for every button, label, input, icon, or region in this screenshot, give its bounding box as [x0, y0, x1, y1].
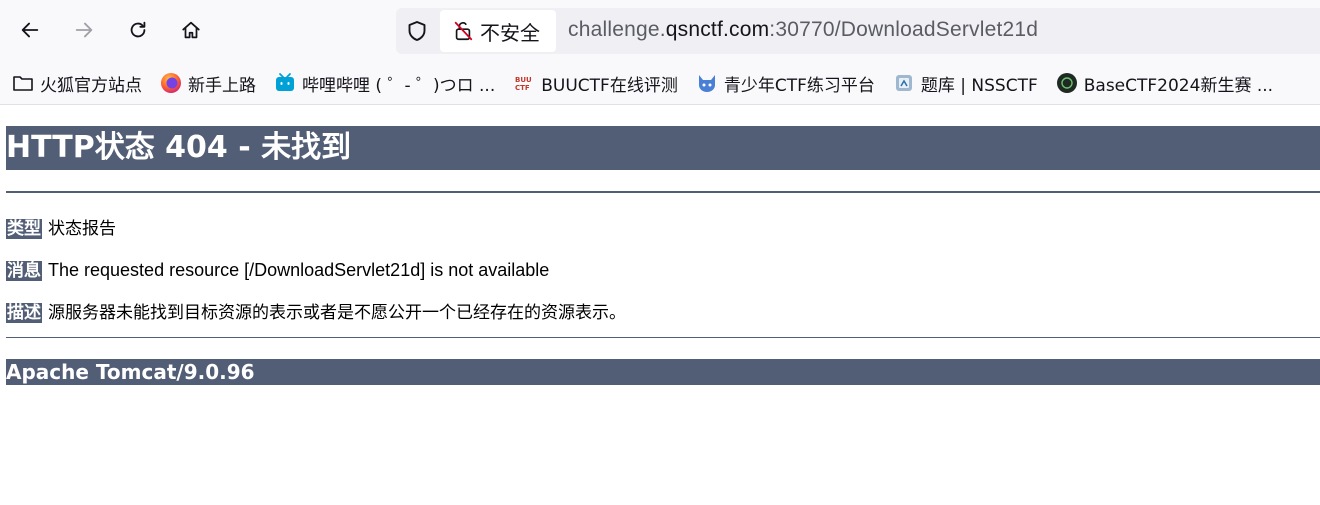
- description-label: 描述: [6, 303, 42, 323]
- bookmark-label: BaseCTF2024新生赛 ...: [1083, 75, 1274, 96]
- insecure-lock-icon: [454, 21, 473, 41]
- home-button[interactable]: [173, 12, 209, 48]
- bookmark-label: 新手上路: [188, 75, 256, 96]
- description-row: 描述 源服务器未能找到目标资源的表示或者是不愿公开一个已经存在的资源表示。: [6, 298, 626, 323]
- shield-icon: [408, 21, 426, 41]
- url-bar[interactable]: 不安全 challenge.qsnctf.com:30770/DownloadS…: [396, 8, 1320, 54]
- url-domain: qsnctf.com: [665, 18, 770, 41]
- page-title: HTTP状态 404 - 未找到: [6, 126, 1320, 170]
- bookmark-label: 题库 | NSSCTF: [920, 75, 1038, 96]
- bookmark-label: 哔哩哔哩 ( ゜- ゜)つロ ...: [302, 75, 496, 96]
- site-security-indicator[interactable]: 不安全: [440, 10, 556, 52]
- reload-button[interactable]: [120, 12, 156, 48]
- bookmark-firefox-official[interactable]: 火狐官方站点: [12, 62, 142, 104]
- message-row: 消息 The requested resource [/DownloadServl…: [6, 256, 549, 281]
- tracking-protection-button[interactable]: [402, 16, 432, 46]
- firefox-icon: [160, 72, 182, 94]
- back-arrow-icon: [21, 22, 39, 38]
- bookmark-label: 青少年CTF练习平台: [723, 75, 875, 96]
- divider: [6, 337, 1320, 338]
- back-button[interactable]: [12, 12, 48, 48]
- divider: [6, 191, 1320, 193]
- reload-icon: [130, 21, 146, 38]
- basectf-icon: [1056, 72, 1078, 94]
- bookmark-nssctf[interactable]: 题库 | NSSCTF: [893, 62, 1038, 104]
- forward-button[interactable]: [66, 12, 102, 48]
- forward-arrow-icon: [75, 22, 93, 38]
- bookmark-buuctf[interactable]: BUU CTF BUUCTF在线评测: [513, 62, 678, 104]
- message-value: The requested resource [/DownloadServlet…: [48, 260, 550, 280]
- bookmark-bilibili[interactable]: 哔哩哔哩 ( ゜- ゜)つロ ...: [274, 62, 495, 104]
- svg-text:CTF: CTF: [515, 84, 530, 92]
- server-info: Apache Tomcat/9.0.96: [6, 359, 1320, 385]
- message-label: 消息: [6, 261, 42, 281]
- error-page: HTTP状态 404 - 未找到 类型 状态报告 消息 The requested …: [6, 126, 1320, 385]
- bookmark-label: BUUCTF在线评测: [541, 75, 678, 96]
- bookmarks-toolbar: 火狐官方站点 新手上路 哔哩哔哩 ( ゜- ゜)つロ ... BUU CTF BU…: [0, 62, 1320, 105]
- svg-text:BUU: BUU: [515, 76, 532, 84]
- security-label: 不安全: [480, 20, 540, 45]
- url-prefix: challenge.: [568, 18, 666, 41]
- buuctf-icon: BUU CTF: [513, 72, 535, 94]
- type-value: 状态报告: [48, 219, 116, 239]
- url-text[interactable]: challenge.qsnctf.com:30770/DownloadServl…: [568, 18, 1038, 42]
- cat-icon: [696, 72, 718, 94]
- bookmark-basectf[interactable]: BaseCTF2024新生赛 ...: [1056, 62, 1273, 104]
- bookmark-getting-started[interactable]: 新手上路: [160, 62, 256, 104]
- bilibili-icon: [274, 72, 296, 94]
- type-row: 类型 状态报告: [6, 214, 116, 239]
- type-label: 类型: [6, 219, 42, 239]
- bookmark-label: 火狐官方站点: [40, 75, 142, 96]
- bookmark-qsnctf[interactable]: 青少年CTF练习平台: [696, 62, 875, 104]
- browser-toolbar: 不安全 challenge.qsnctf.com:30770/DownloadS…: [0, 0, 1320, 62]
- nssctf-icon: [893, 72, 915, 94]
- home-icon: [182, 21, 200, 39]
- description-value: 源服务器未能找到目标资源的表示或者是不愿公开一个已经存在的资源表示。: [48, 303, 626, 323]
- url-path: :30770/DownloadServlet21d: [769, 18, 1039, 41]
- folder-icon: [12, 72, 34, 94]
